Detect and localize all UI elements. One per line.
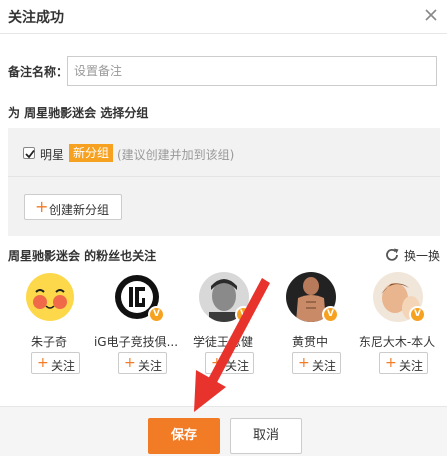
cancel-button[interactable]: 取消 xyxy=(230,418,302,454)
create-group-label: 创建新分组 xyxy=(49,203,110,217)
remark-row: 备注名称： xyxy=(8,56,438,86)
plus-icon: + xyxy=(37,355,49,371)
remark-label: 备注名称： xyxy=(8,65,69,79)
user-card: V 学徒王恩健 + 关注 xyxy=(180,268,266,380)
follow-label: 关注 xyxy=(399,359,424,373)
user-card: V iG电子竞技俱... + 关注 xyxy=(93,268,179,380)
group-checkbox[interactable] xyxy=(23,147,35,159)
user-name[interactable]: 朱子奇 xyxy=(6,333,92,350)
new-group-badge: 新分组 xyxy=(69,144,114,162)
group-section-title: 为 周星驰影迷会 选择分组 xyxy=(8,106,149,120)
plus-icon: + xyxy=(385,355,397,371)
create-group-button[interactable]: + 创建新分组 xyxy=(24,194,122,220)
follow-label: 关注 xyxy=(138,359,163,373)
follow-button[interactable]: + 关注 xyxy=(379,352,428,374)
user-card: V 东尼大木-本人 + 关注 xyxy=(354,268,440,380)
group-hint: (建议创建并加到该组) xyxy=(117,148,235,162)
plus-icon: + xyxy=(211,355,223,371)
avatar[interactable] xyxy=(25,272,75,322)
follow-button[interactable]: + 关注 xyxy=(118,352,167,374)
user-name[interactable]: 学徒王恩健 xyxy=(180,333,266,350)
verified-badge-icon: V xyxy=(409,306,426,323)
recommended-users: 朱子奇 + 关注 V iG电子竞技俱... + 关注 V 学徒王恩健 + 关注 … xyxy=(0,268,447,380)
verified-badge-icon: V xyxy=(148,306,165,323)
follow-button[interactable]: + 关注 xyxy=(205,352,254,374)
remark-input[interactable] xyxy=(67,56,437,86)
plus-icon: + xyxy=(298,355,310,371)
group-box: 明星 新分组 (建议创建并加到该组) + 创建新分组 xyxy=(8,128,440,236)
verified-badge-icon: V xyxy=(235,306,252,323)
follow-label: 关注 xyxy=(51,359,76,373)
fans-section-title: 周星驰影迷会 的粉丝也关注 xyxy=(8,249,157,263)
follow-label: 关注 xyxy=(312,359,337,373)
plus-icon: + xyxy=(35,197,49,216)
user-name[interactable]: 东尼大木-本人 xyxy=(354,333,440,350)
save-button[interactable]: 保存 xyxy=(148,418,220,454)
refresh-icon xyxy=(386,248,399,261)
user-card: 朱子奇 + 关注 xyxy=(6,268,92,380)
follow-success-dialog: 关注成功 备注名称： 为 周星驰影迷会 选择分组 明星 新分组 (建议创建并加到… xyxy=(0,0,447,456)
follow-button[interactable]: + 关注 xyxy=(292,352,341,374)
group-item-label: 明星 xyxy=(40,148,65,162)
dialog-header: 关注成功 xyxy=(0,0,447,34)
plus-icon: + xyxy=(124,355,136,371)
user-card: V 黄贯中 + 关注 xyxy=(267,268,353,380)
refresh-label: 换一换 xyxy=(404,249,441,263)
close-icon[interactable] xyxy=(421,5,441,25)
group-divider xyxy=(8,176,440,177)
user-name[interactable]: 黄贯中 xyxy=(267,333,353,350)
dialog-footer: 保存 取消 xyxy=(0,406,447,456)
dialog-title: 关注成功 xyxy=(8,10,64,26)
follow-label: 关注 xyxy=(225,359,250,373)
user-name[interactable]: iG电子竞技俱... xyxy=(93,333,179,350)
verified-badge-icon: V xyxy=(322,306,339,323)
follow-button[interactable]: + 关注 xyxy=(31,352,80,374)
